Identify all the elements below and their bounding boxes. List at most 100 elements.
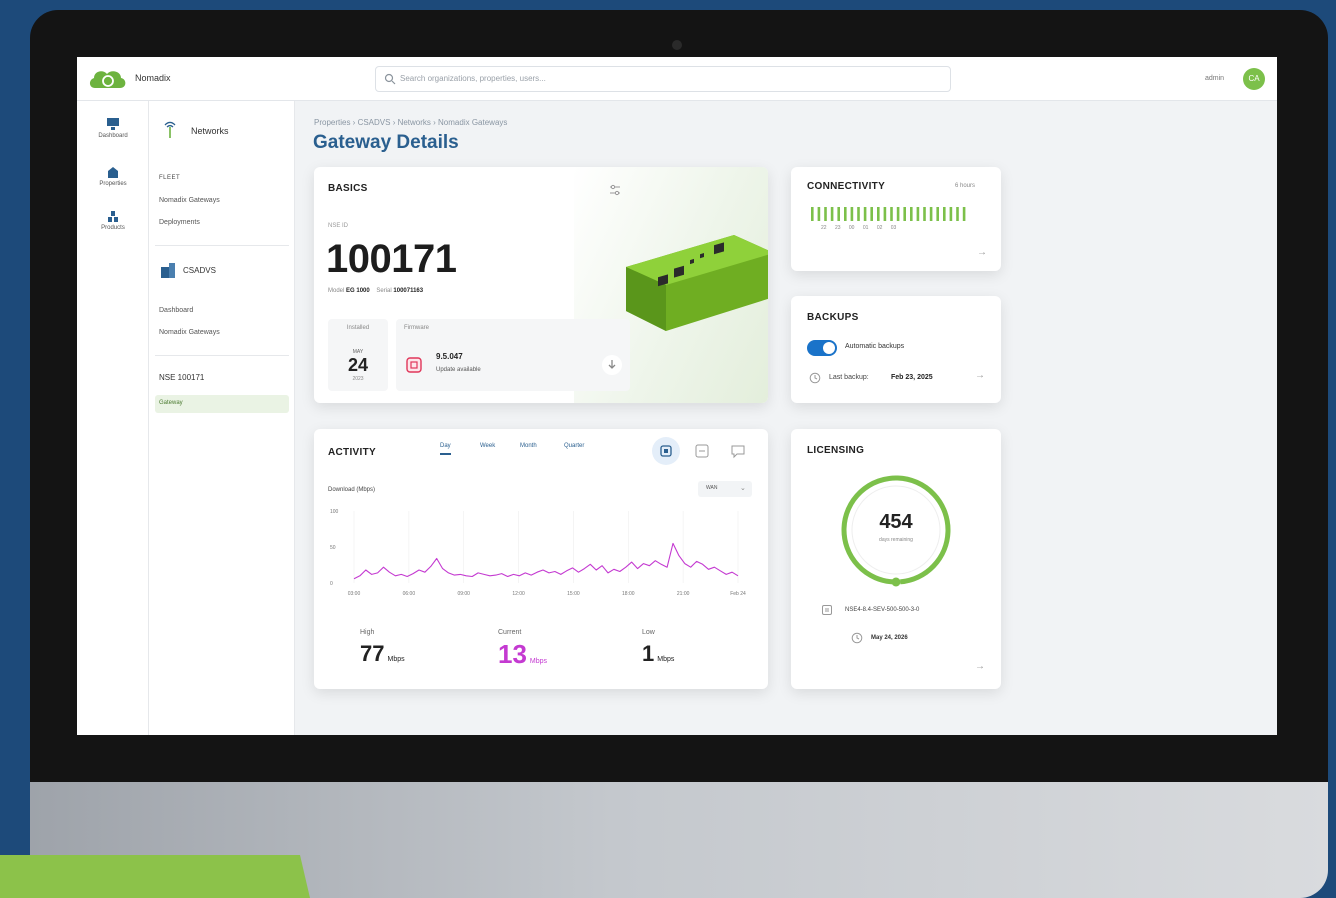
last-backup-label: Last backup: <box>829 374 869 381</box>
device-meta: Model EG 1000 Serial 100071163 <box>328 288 423 294</box>
sliders-icon[interactable] <box>608 183 622 197</box>
products-icon <box>108 211 118 222</box>
stat-value: 1 Mbps <box>642 641 674 667</box>
property-name[interactable]: CSADVS <box>183 266 216 275</box>
tab-day[interactable]: Day <box>440 443 451 455</box>
dropdown-value: WAN <box>706 485 718 491</box>
nav-link-deployments[interactable]: Deployments <box>159 219 200 226</box>
firmware-status[interactable]: Update available <box>436 367 481 373</box>
rail-item-products[interactable]: Products <box>77 209 149 231</box>
backups-card: BACKUPS Automatic backups Last backup: F… <box>791 296 1001 403</box>
user-name[interactable]: admin <box>1205 75 1224 82</box>
nav-link-gateway[interactable]: Gateway <box>159 400 183 406</box>
search-input[interactable]: Search organizations, properties, users.… <box>375 66 951 92</box>
uptime-bar <box>910 207 913 221</box>
uptime-bar <box>857 207 860 221</box>
uptime-bar <box>811 207 814 221</box>
uptime-bar <box>949 207 953 221</box>
search-placeholder: Search organizations, properties, users.… <box>400 74 546 83</box>
uptime-bar <box>936 207 939 221</box>
stat-label: Low <box>642 629 655 636</box>
arrow-right-icon[interactable]: → <box>975 661 985 672</box>
properties-icon <box>108 167 118 178</box>
section-sidebar: Networks FLEET Nomadix Gateways Deployme… <box>149 101 295 735</box>
uptime-bar <box>824 207 827 221</box>
decorative-strip <box>0 855 310 898</box>
uptime-bar <box>863 207 867 221</box>
x-tick-label: 15:00 <box>567 591 580 597</box>
auto-backup-toggle[interactable] <box>807 340 837 356</box>
stat-number: 77 <box>360 641 385 666</box>
uptime-bar <box>916 207 920 221</box>
firmware-label: Firmware <box>404 325 429 331</box>
connectivity-bars <box>811 207 966 221</box>
card-title: CONNECTIVITY <box>807 181 886 192</box>
dashboard-icon <box>107 118 119 130</box>
uptime-bar <box>896 207 900 221</box>
comment-icon[interactable] <box>730 443 746 459</box>
metric-label: Download (Mbps) <box>328 487 376 493</box>
conn-tick: 03 <box>890 225 897 231</box>
clock-icon <box>809 372 821 384</box>
card-title: BACKUPS <box>807 312 859 323</box>
conn-tick: 01 <box>862 225 869 231</box>
license-ring: 454 days remaining <box>837 471 955 589</box>
avatar[interactable]: CA <box>1243 68 1265 90</box>
nav-link-property-gateways[interactable]: Nomadix Gateways <box>159 329 220 336</box>
stat-value: 77 Mbps <box>360 641 405 667</box>
search-icon <box>384 73 396 85</box>
licensing-card: LICENSING 454 days remaining NSE4-8.4-SE… <box>791 429 1001 689</box>
rail-item-properties[interactable]: Properties <box>77 165 149 187</box>
x-tick-label: 21:00 <box>677 591 690 597</box>
left-rail: Dashboard Properties Products <box>77 101 149 735</box>
serial-value: 100071163 <box>393 288 424 294</box>
uptime-bar <box>903 207 906 221</box>
chevron-down-icon: ⌄ <box>740 485 746 492</box>
installed-box: Installed MAY 24 2023 <box>328 319 388 391</box>
chart-view-button[interactable] <box>652 437 680 465</box>
rail-item-dashboard[interactable]: Dashboard <box>77 117 149 139</box>
y-tick-label: 100 <box>330 509 339 515</box>
serial-label: Serial <box>376 288 392 294</box>
model-value: EG 1000 <box>346 288 370 294</box>
table-icon[interactable] <box>694 443 710 459</box>
uptime-bar <box>956 207 959 221</box>
brand-name: Nomadix <box>135 73 171 83</box>
uptime-bar <box>962 207 966 221</box>
card-title: LICENSING <box>807 445 865 456</box>
top-bar: Nomadix Search organizations, properties… <box>77 57 1277 101</box>
nav-section-fleet: FLEET <box>159 175 181 181</box>
device-name: NSE 100171 <box>159 373 205 382</box>
conn-tick: 23 <box>834 225 841 231</box>
conn-tick: 22 <box>821 225 827 231</box>
uptime-bar <box>877 207 880 221</box>
interface-dropdown[interactable]: WAN ⌄ <box>698 481 752 497</box>
gateway-device-illustration <box>626 235 768 331</box>
license-expiry: May 24, 2026 <box>871 635 908 641</box>
cloud-logo-icon[interactable] <box>87 66 129 92</box>
model-label: Model <box>328 288 345 294</box>
arrow-right-icon[interactable]: → <box>977 247 987 258</box>
download-icon <box>608 360 616 369</box>
card-title: ACTIVITY <box>328 447 376 458</box>
connectivity-range[interactable]: 6 hours <box>955 183 975 189</box>
tab-week[interactable]: Week <box>480 443 495 453</box>
download-button[interactable] <box>602 355 622 375</box>
breadcrumb[interactable]: Properties › CSADVS › Networks › Nomadix… <box>314 118 507 127</box>
x-tick-label: 03:00 <box>348 591 361 597</box>
days-remaining-value: 454 <box>879 511 913 533</box>
tab-month[interactable]: Month <box>520 443 537 453</box>
uptime-bar <box>943 207 946 221</box>
nav-header: Networks <box>191 126 229 136</box>
nav-link-gateways[interactable]: Nomadix Gateways <box>159 197 220 204</box>
installed-day: 24 <box>347 355 369 375</box>
stat-value: 13 Mbps <box>498 639 547 670</box>
arrow-right-icon[interactable]: → <box>975 370 985 381</box>
tab-quarter[interactable]: Quarter <box>564 443 584 453</box>
app-screen: Nomadix Search organizations, properties… <box>77 57 1277 735</box>
chip-icon <box>406 357 422 373</box>
stat-label: High <box>360 629 375 636</box>
nav-link-property-dashboard[interactable]: Dashboard <box>159 307 193 314</box>
antenna-icon <box>164 121 176 138</box>
ring-handle <box>891 577 901 587</box>
